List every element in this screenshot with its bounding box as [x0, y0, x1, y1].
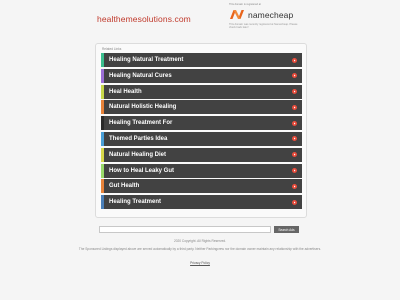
related-link[interactable]: Gut Health [101, 179, 302, 194]
play-icon [292, 104, 297, 110]
related-link[interactable]: Natural Healing Diet [101, 147, 302, 162]
related-link[interactable]: Natural Holistic Healing [101, 100, 302, 115]
namecheap-n-icon [230, 10, 244, 19]
footer: 2020 Copyright. All Rights Reserved. The… [60, 239, 340, 269]
registrar-note: This domain was recently registered at N… [229, 23, 298, 30]
search-bar: Search Ads [99, 226, 299, 233]
related-link-label: Healing Treatment For [109, 120, 173, 127]
play-icon [292, 57, 297, 63]
related-link[interactable]: Healing Treatment For [101, 116, 302, 131]
namecheap-logo[interactable]: namecheap [229, 9, 300, 20]
related-link[interactable]: Heal Health [101, 84, 302, 99]
privacy-policy-link[interactable]: Privacy Policy [190, 261, 210, 265]
related-links-list: Healing Natural Treatment Healing Natura… [101, 53, 302, 211]
related-link-label: Healing Treatment [109, 199, 162, 206]
related-link[interactable]: Healing Treatment [101, 195, 302, 210]
related-link-label: How to Heal Leaky Gut [109, 167, 175, 174]
disclaimer-text: The Sponsored Listings displayed above a… [78, 247, 322, 251]
related-links-title: Related Links [102, 47, 122, 51]
related-link-label: Natural Holistic Healing [109, 104, 177, 111]
play-icon [292, 183, 297, 189]
namecheap-wordmark: namecheap [248, 9, 294, 20]
play-icon [292, 199, 297, 205]
related-link-label: Healing Natural Treatment [109, 57, 184, 63]
play-icon [292, 89, 297, 95]
play-icon [292, 73, 297, 79]
search-ads-button[interactable]: Search Ads [274, 226, 299, 233]
related-links-panel: Related Links Healing Natural Treatment … [95, 43, 307, 218]
parked-domain-page: healthemesolutions.com This domain is re… [0, 0, 400, 300]
domain-title[interactable]: healthemesolutions.com [97, 14, 191, 24]
related-link[interactable]: How to Heal Leaky Gut [101, 163, 302, 178]
play-icon [292, 152, 297, 158]
related-link[interactable]: Healing Natural Cures [101, 68, 302, 83]
search-input[interactable] [99, 226, 271, 233]
play-icon [292, 168, 297, 174]
related-link-label: Heal Health [109, 88, 142, 95]
play-icon [292, 136, 297, 142]
registrar-caption: This domain is registered at [229, 3, 261, 6]
related-link[interactable]: Healing Natural Treatment [101, 53, 302, 67]
related-link-label: Themed Parties Idea [109, 135, 168, 142]
related-link-label: Natural Healing Diet [109, 151, 167, 158]
registrar-badge[interactable]: This domain is registered at namecheap T… [220, 3, 300, 30]
related-link-label: Healing Natural Cures [109, 72, 172, 79]
related-link[interactable]: Themed Parties Idea [101, 131, 302, 146]
copyright-text: 2020 Copyright. All Rights Reserved. [173, 239, 227, 243]
related-link-label: Gut Health [109, 183, 140, 190]
play-icon [292, 120, 297, 126]
